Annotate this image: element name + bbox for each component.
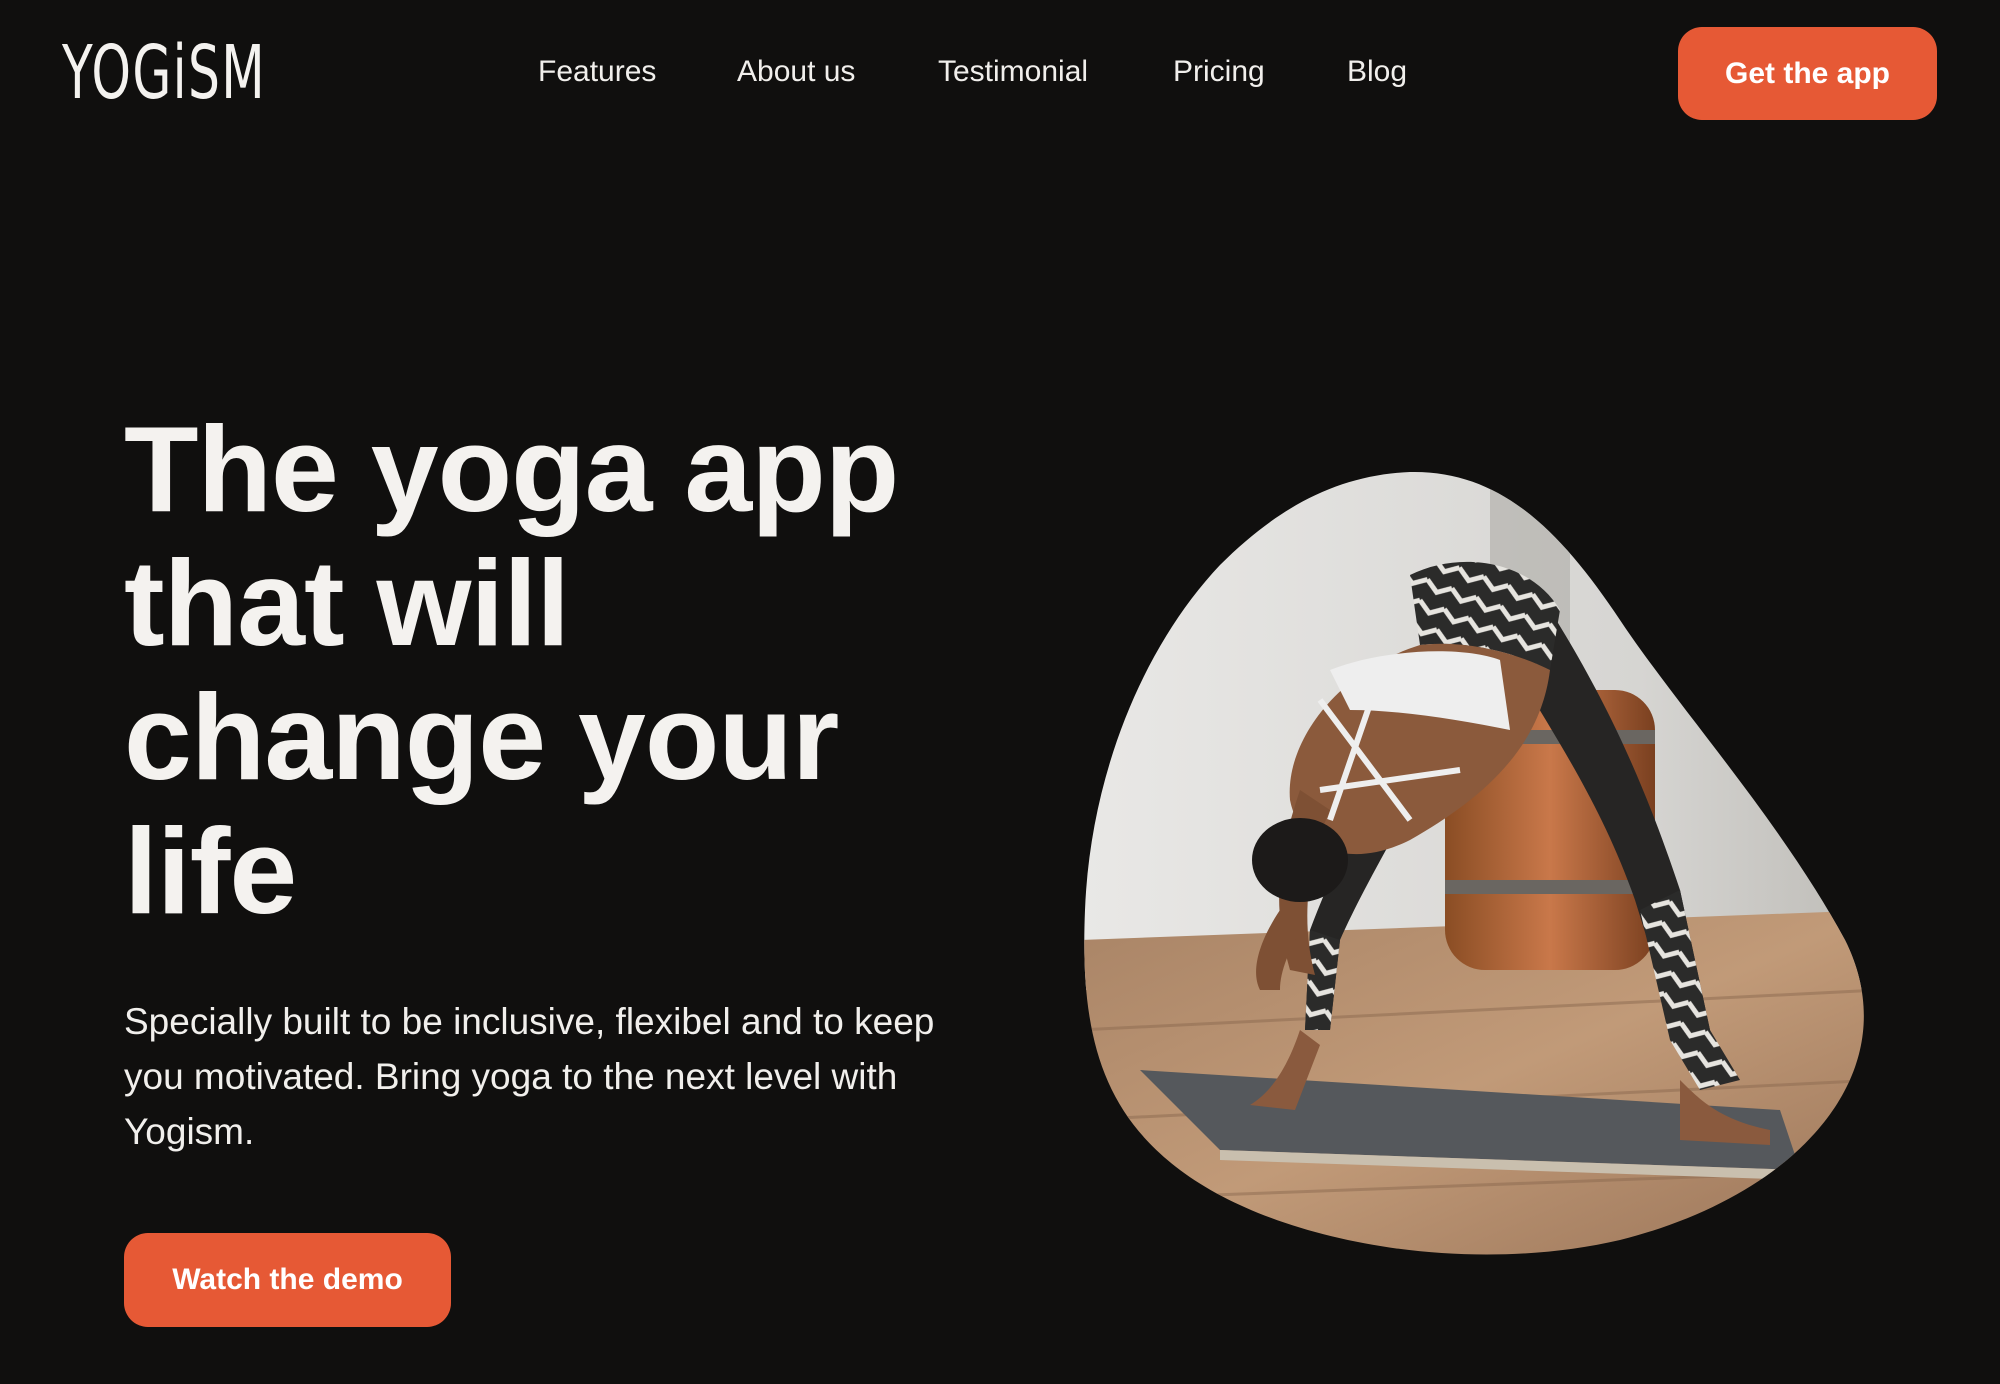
brand-logo[interactable]: YOGiSM xyxy=(62,36,266,110)
watch-demo-button[interactable]: Watch the demo xyxy=(124,1233,451,1327)
nav-link-pricing[interactable]: Pricing xyxy=(1173,52,1265,92)
hero-title: The yoga app that will change your life xyxy=(124,401,899,939)
nav-link-testimonial[interactable]: Testimonial xyxy=(938,52,1088,92)
landing-page: YOGiSM Features About us Testimonial Pri… xyxy=(0,0,2000,1384)
get-the-app-button[interactable]: Get the app xyxy=(1678,27,1937,120)
nav-link-blog[interactable]: Blog xyxy=(1347,52,1407,92)
nav-link-features[interactable]: Features xyxy=(538,52,656,92)
nav-link-about-us[interactable]: About us xyxy=(737,52,855,92)
hero-yoga-photo xyxy=(1084,471,1864,1255)
hero-subtitle: Specially built to be inclusive, flexibe… xyxy=(124,1001,935,1152)
site-header: YOGiSM Features About us Testimonial Pri… xyxy=(0,0,2000,150)
